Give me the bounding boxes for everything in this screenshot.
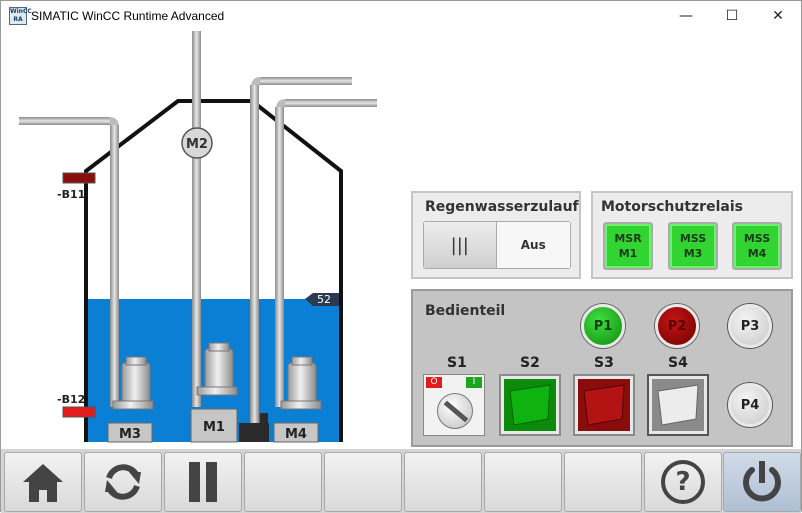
level-value: 52 (317, 293, 331, 306)
mss-m3-button[interactable]: MSS M3 (668, 222, 718, 270)
bedienteil-title: Bedienteil (425, 303, 506, 319)
pipe-m2 (192, 31, 201, 407)
switch-on-half[interactable]: ||| (424, 222, 497, 268)
home-button[interactable] (4, 452, 82, 512)
switch-s2-label: S2 (520, 355, 540, 371)
runtime-window: WinCC RA SIMATIC WinCC Runtime Advanced … (0, 0, 802, 513)
regenwasser-title: Regenwasserzulauf (425, 199, 579, 215)
pump-m4-label: M4 (285, 427, 307, 442)
selector-on-marker: I (466, 377, 482, 388)
pump-m3-label: M3 (119, 427, 141, 442)
minimize-button[interactable]: — (663, 1, 709, 31)
motorschutz-title: Motorschutzrelais (601, 199, 743, 215)
function-key-4[interactable] (244, 452, 322, 512)
pushbutton-s3-face (578, 379, 630, 431)
function-key-6[interactable] (404, 452, 482, 512)
pump-m1-label: M1 (203, 420, 225, 435)
pushbutton-s3[interactable] (573, 374, 635, 436)
selector-knob[interactable] (437, 393, 473, 429)
regenwasser-panel: Regenwasserzulauf ||| Aus (411, 191, 581, 279)
msr-m1-button[interactable]: MSR M1 (603, 222, 653, 270)
function-key-bar: ? (1, 449, 801, 513)
title-bar: WinCC RA SIMATIC WinCC Runtime Advanced … (1, 1, 801, 31)
sensor-b11-label: -B11 (57, 188, 85, 201)
switch-on-symbol: ||| (450, 234, 469, 256)
function-key-5[interactable] (324, 452, 402, 512)
selector-off-marker: O (426, 377, 442, 388)
refresh-button[interactable] (84, 452, 162, 512)
lamp-p1: P1 (581, 304, 625, 348)
motor-m2-label: M2 (186, 137, 208, 152)
switch-s3-label: S3 (594, 355, 614, 371)
window-title: SIMATIC WinCC Runtime Advanced (31, 9, 225, 23)
switch-s1-label: S1 (447, 355, 467, 371)
pause-button[interactable] (164, 452, 242, 512)
inlet-base (239, 423, 269, 442)
lamp-p2: P2 (655, 304, 699, 348)
sensor-b11: -B11 (57, 172, 96, 201)
switch-off-label: Aus (520, 238, 546, 252)
pause-icon (189, 462, 217, 502)
selector-switch-s1[interactable]: O I (423, 374, 485, 436)
function-key-8[interactable] (564, 452, 642, 512)
maximize-button[interactable]: ☐ (709, 1, 755, 31)
lamp-p4: P4 (728, 383, 772, 427)
help-button[interactable]: ? (644, 452, 722, 512)
motor-m2: M2 (181, 127, 213, 159)
app-icon: WinCC RA (9, 7, 32, 25)
process-screen: M2 -B11 -B12 52 M3 M1 M4 Regenwasserzula… (1, 31, 801, 449)
power-button[interactable] (723, 452, 801, 512)
close-button[interactable]: ✕ (755, 1, 801, 31)
switch-off-half[interactable]: Aus (496, 222, 570, 268)
power-icon (743, 461, 781, 502)
help-icon: ? (661, 460, 705, 504)
pushbutton-s4-face (652, 379, 704, 431)
function-key-7[interactable] (484, 452, 562, 512)
home-icon (23, 464, 63, 502)
mss-m4-button[interactable]: MSS M4 (732, 222, 782, 270)
pushbutton-s2-face (504, 379, 556, 431)
regenwasser-switch[interactable]: ||| Aus (423, 221, 571, 269)
motorschutz-panel: Motorschutzrelais MSR M1 MSS M3 MSS M4 (591, 191, 793, 279)
pushbutton-s4[interactable] (647, 374, 709, 436)
switch-s4-label: S4 (668, 355, 688, 371)
bedienteil-panel: Bedienteil P1 P2 P3 P4 S1 S2 S3 S4 O I (411, 289, 793, 447)
sensor-b12-label: -B12 (57, 393, 85, 406)
refresh-icon (105, 464, 141, 500)
pushbutton-s2[interactable] (499, 374, 561, 436)
lamp-p3: P3 (728, 304, 772, 348)
